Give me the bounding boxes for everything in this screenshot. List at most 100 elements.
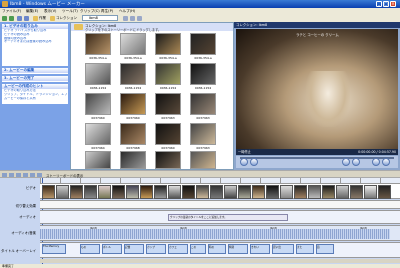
clip-thumbnail[interactable] [190, 33, 216, 55]
redo-icon[interactable] [24, 15, 29, 21]
task-group-edit[interactable]: 2. ムービーの編集 [2, 68, 68, 74]
video-clip[interactable] [322, 185, 335, 199]
undo-icon[interactable] [17, 15, 22, 21]
tasks-icon[interactable] [33, 15, 38, 21]
title-clip[interactable]: 街 [316, 244, 334, 254]
track-label-music[interactable]: オーディオ/音楽 [0, 230, 38, 235]
maximize-button[interactable]: □ [383, 1, 389, 7]
up-folder-icon[interactable] [123, 15, 128, 21]
video-clip[interactable] [112, 185, 125, 199]
clip-thumbnail[interactable] [155, 151, 181, 169]
video-clip[interactable] [280, 185, 293, 199]
back-icon[interactable] [2, 15, 7, 21]
video-clip[interactable] [154, 185, 167, 199]
new-folder-icon[interactable] [130, 15, 135, 21]
split-icon[interactable] [372, 158, 380, 166]
seek-bar[interactable] [240, 157, 394, 159]
video-clip[interactable] [98, 185, 111, 199]
video-clip[interactable] [308, 185, 321, 199]
title-clip[interactable]: 記憶 [124, 244, 144, 254]
title-clip[interactable]: また [296, 244, 314, 254]
video-clip[interactable] [196, 185, 209, 199]
title-clip[interactable]: 思い出 [272, 244, 294, 254]
clip-thumbnail[interactable] [85, 33, 111, 55]
zoom-in-icon[interactable] [2, 172, 7, 177]
clip-thumbnail[interactable] [85, 93, 111, 115]
collections-icon[interactable] [50, 15, 55, 21]
title-clip[interactable]: きれい [250, 244, 270, 254]
video-clip[interactable] [252, 185, 265, 199]
narrate-icon[interactable] [30, 172, 35, 177]
title-overlay-hint[interactable]: クリップの最初のタイトルをここに追加します。 [168, 214, 288, 221]
video-clip[interactable] [224, 185, 237, 199]
zoom-out-icon[interactable] [9, 172, 14, 177]
video-clip[interactable] [336, 185, 349, 199]
video-clip[interactable] [210, 185, 223, 199]
play-icon[interactable] [240, 158, 248, 166]
task-group-finish[interactable]: 3. ムービーの完了 [2, 76, 68, 82]
clip-thumbnail[interactable] [85, 63, 111, 85]
minimize-button[interactable]: _ [376, 1, 382, 7]
rewind-icon[interactable] [16, 172, 21, 177]
track-label-title-overlay[interactable]: タイトル オーバーレイ [0, 248, 38, 253]
video-clip[interactable] [56, 185, 69, 199]
video-clip[interactable] [42, 185, 55, 199]
clip-thumbnail[interactable] [120, 33, 146, 55]
track-label-video[interactable]: ビデオ [0, 185, 38, 190]
clip-thumbnail[interactable] [155, 33, 181, 55]
clip-thumbnail[interactable] [190, 151, 216, 169]
title-clip[interactable]: カップ [146, 244, 166, 254]
clip-thumbnail[interactable] [190, 63, 216, 85]
video-clip[interactable] [168, 185, 181, 199]
clip-thumbnail[interactable] [190, 93, 216, 115]
view-options-icon[interactable] [137, 15, 142, 21]
play-timeline-icon[interactable] [23, 172, 28, 177]
title-clip[interactable]: 時の [208, 244, 226, 254]
clip-thumbnail[interactable] [120, 151, 146, 169]
close-button[interactable]: × [390, 1, 396, 7]
clip-thumbnail[interactable] [155, 123, 181, 145]
clip-thumbnail[interactable] [155, 93, 181, 115]
title-clip[interactable]: カフェ [168, 244, 188, 254]
title-clip[interactable]: もの [80, 244, 100, 254]
forward-icon[interactable] [9, 15, 14, 21]
video-clip[interactable] [378, 185, 391, 199]
video-clip[interactable] [294, 185, 307, 199]
video-clip[interactable] [182, 185, 195, 199]
clip-thumbnail[interactable] [120, 123, 146, 145]
collections-button[interactable]: コレクション [56, 15, 77, 21]
clip-thumbnail[interactable] [155, 63, 181, 85]
task-import-audio[interactable]: オーディオまたは音楽の読み込み [2, 40, 68, 44]
next-frame-icon[interactable] [352, 158, 360, 166]
video-clip[interactable] [238, 185, 251, 199]
title-clip[interactable]: 特別 [228, 244, 248, 254]
clip-thumbnail[interactable] [85, 151, 111, 169]
clip-thumbnail[interactable] [85, 123, 111, 145]
clip-thumbnail[interactable] [190, 123, 216, 145]
show-storyboard-button[interactable]: ストーリーボードの表示 [46, 173, 83, 178]
video-clip[interactable] [350, 185, 363, 199]
clip-thumbnail[interactable] [120, 63, 146, 85]
track-label-audio[interactable]: オーディオ [0, 214, 38, 219]
stop-icon[interactable] [250, 158, 258, 166]
snapshot-icon[interactable] [382, 158, 390, 166]
tasks-button[interactable]: 作業 [39, 15, 46, 21]
track-label-transition[interactable]: 切り替え効果 [0, 203, 38, 208]
video-clip[interactable] [84, 185, 97, 199]
collection-select[interactable]: Ibm8 [82, 15, 118, 21]
audio-levels-icon[interactable] [37, 172, 42, 177]
clip-thumbnail[interactable] [120, 93, 146, 115]
video-clip[interactable] [126, 185, 139, 199]
task-group-title[interactable]: 2. ムービーの編集 [2, 68, 68, 73]
tip-save[interactable]: ムービーの保存と共有 [2, 97, 68, 101]
video-clip[interactable] [140, 185, 153, 199]
audio-waveform[interactable] [40, 229, 390, 239]
previous-frame-icon[interactable] [342, 158, 350, 166]
video-clip[interactable] [266, 185, 279, 199]
horizontal-scrollbar[interactable] [40, 259, 400, 263]
video-clip[interactable] [70, 185, 83, 199]
title-clip[interactable]: ボトル [102, 244, 122, 254]
task-group-title[interactable]: 3. ムービーの完了 [2, 76, 68, 81]
video-clip[interactable] [364, 185, 377, 199]
title-clip[interactable]: The Memory [42, 244, 66, 254]
